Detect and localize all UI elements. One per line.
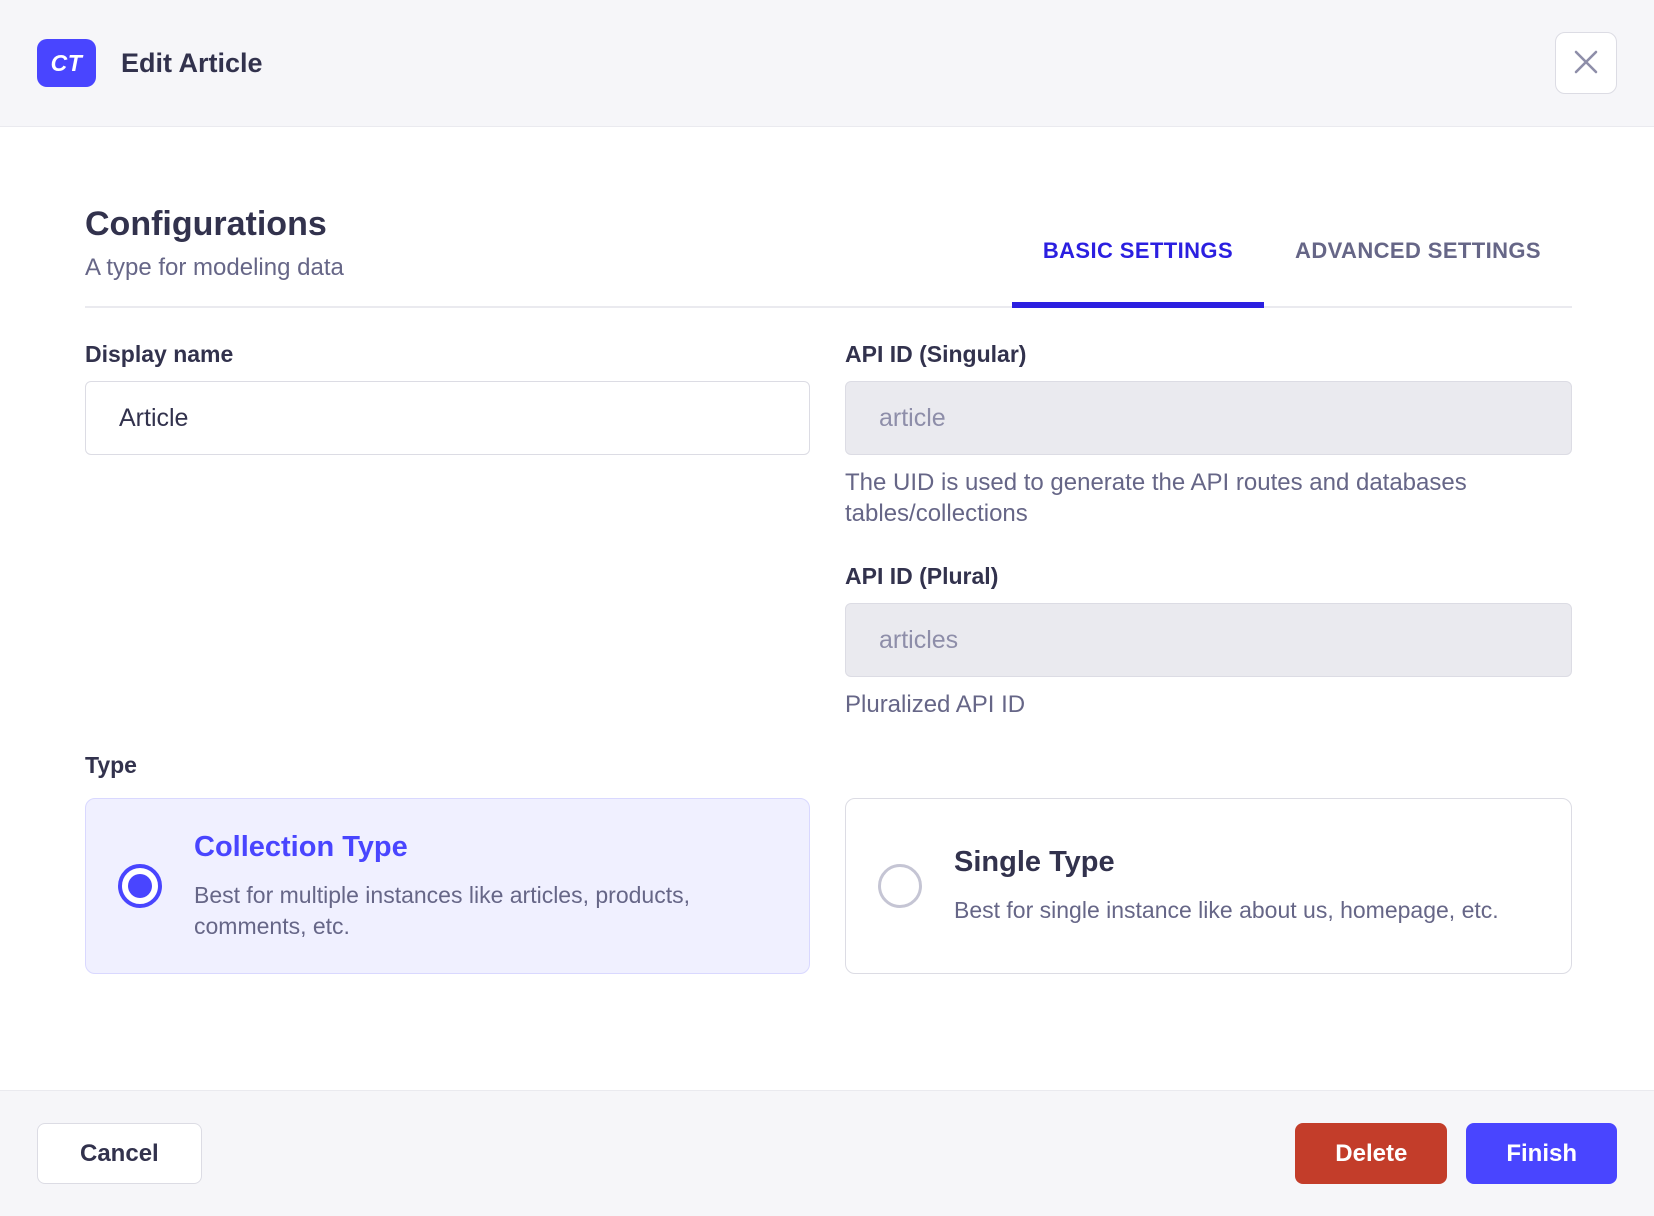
collection-type-text: Collection Type Best for multiple instan… bbox=[194, 831, 754, 942]
type-options: Collection Type Best for multiple instan… bbox=[85, 798, 1572, 974]
close-icon bbox=[1571, 47, 1601, 80]
modal-header: CT Edit Article bbox=[0, 0, 1654, 127]
close-button[interactable] bbox=[1555, 32, 1617, 94]
radio-collection-type[interactable] bbox=[118, 864, 162, 908]
edit-article-modal: CT Edit Article Configurations A type fo… bbox=[0, 0, 1654, 1216]
single-type-text: Single Type Best for single instance lik… bbox=[954, 846, 1499, 926]
modal-footer: Cancel Delete Finish bbox=[0, 1090, 1654, 1216]
section-header: Configurations A type for modeling data … bbox=[85, 205, 1572, 308]
type-option-single-type[interactable]: Single Type Best for single instance lik… bbox=[845, 798, 1572, 974]
collection-type-title: Collection Type bbox=[194, 830, 408, 863]
radio-single-type[interactable] bbox=[878, 864, 922, 908]
display-name-input[interactable] bbox=[85, 381, 810, 455]
modal-body: Configurations A type for modeling data … bbox=[0, 127, 1654, 1090]
api-id-singular-label: API ID (Singular) bbox=[845, 341, 1027, 367]
content-type-badge: CT bbox=[37, 39, 96, 87]
single-type-title: Single Type bbox=[954, 846, 1115, 878]
type-option-collection-type[interactable]: Collection Type Best for multiple instan… bbox=[85, 798, 810, 974]
display-name-field: Display name bbox=[85, 341, 810, 529]
single-type-description: Best for single instance like about us, … bbox=[954, 897, 1499, 923]
api-id-plural-hint: Pluralized API ID bbox=[845, 691, 1026, 718]
tab-basic-settings[interactable]: BASIC SETTINGS bbox=[1011, 240, 1265, 308]
api-id-singular-field: API ID (Singular) The UID is used to gen… bbox=[845, 341, 1572, 529]
section-title: Configurations bbox=[85, 205, 327, 243]
api-id-singular-input bbox=[845, 381, 1572, 455]
modal-title: Edit Article bbox=[121, 47, 263, 78]
tab-advanced-settings[interactable]: ADVANCED SETTINGS bbox=[1264, 240, 1572, 306]
empty-cell bbox=[85, 563, 810, 720]
form-grid: Display name API ID (Singular) The UID i… bbox=[85, 341, 1572, 720]
api-id-plural-field: API ID (Plural) Pluralized API ID bbox=[845, 563, 1572, 720]
section-subtitle: A type for modeling data bbox=[85, 254, 344, 281]
display-name-label: Display name bbox=[85, 341, 234, 367]
cancel-button[interactable]: Cancel bbox=[37, 1123, 202, 1184]
api-id-plural-input bbox=[845, 603, 1572, 677]
delete-button[interactable]: Delete bbox=[1295, 1123, 1448, 1184]
finish-button[interactable]: Finish bbox=[1466, 1123, 1617, 1184]
section-titles: Configurations A type for modeling data bbox=[85, 205, 344, 306]
settings-tabs: BASIC SETTINGS ADVANCED SETTINGS bbox=[1011, 240, 1572, 308]
footer-actions: Delete Finish bbox=[1295, 1123, 1617, 1184]
collection-type-description: Best for multiple instances like article… bbox=[194, 881, 690, 939]
api-id-singular-hint: The UID is used to generate the API rout… bbox=[845, 469, 1467, 527]
type-label: Type bbox=[85, 752, 137, 778]
api-id-plural-label: API ID (Plural) bbox=[845, 563, 999, 589]
